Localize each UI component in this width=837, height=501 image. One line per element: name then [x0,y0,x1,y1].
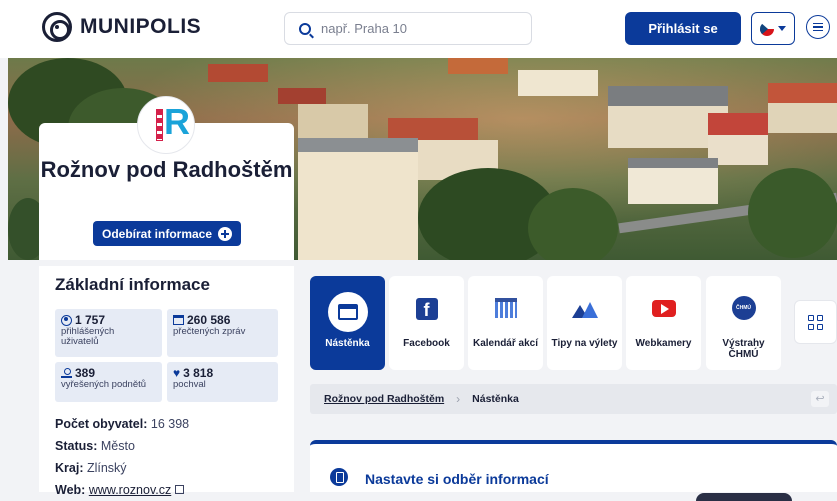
tile-webkamery[interactable]: Webkamery [626,276,701,370]
munipolis-logo[interactable]: MUNIPOLIS [42,12,201,42]
tile-kalendar[interactable]: Kalendář akcí [468,276,543,370]
stat-label: přihlášených uživatelů [61,326,115,347]
tile-label: Tipy na výlety [551,338,618,349]
region-row: Kraj: Zlínský [55,461,127,475]
stat-value: 260 586 [187,313,231,327]
website-link[interactable]: www.roznov.cz [89,483,171,497]
stat-registered-users: 1 757 přihlášených uživatelů [55,309,162,357]
subscribe-button[interactable]: Odebírat informace [93,221,241,246]
card-divider [39,260,294,266]
tile-nastenka[interactable]: Nástěnka [310,276,385,370]
city-name: Rožnov pod Radhoštěm [40,157,293,182]
heart-icon: ♥ [173,366,181,380]
external-link-icon[interactable] [175,485,185,494]
tile-label: Kalendář akcí [472,338,539,349]
person-icon [61,367,72,379]
user-icon [61,314,72,326]
breadcrumb: Rožnov pod Radhoštěm › Nástěnka ↩ [310,384,837,414]
stat-read-messages: 260 586 přečtených zpráv [167,309,278,357]
stat-value: 3 818 [183,366,214,380]
city-facts: Počet obyvatel: 16 398 Status: Město Kra… [55,413,189,501]
breadcrumb-root-link[interactable]: Rožnov pod Radhoštěm [324,393,444,405]
tile-label: Nástěnka [325,338,370,349]
youtube-icon [651,300,676,317]
breadcrumb-current: Nástěnka [472,393,519,405]
tile-label: Výstrahy ČHMÚ [722,338,765,360]
tile-label: Facebook [403,338,450,349]
stat-solved-issues: 389 vyřešených podnětů [55,362,162,402]
region-value: Zlínský [86,461,127,475]
tile-tipy[interactable]: Tipy na výlety [547,276,622,370]
tile-facebook[interactable]: f Facebook [389,276,464,370]
breadcrumb-separator-icon: › [456,392,461,406]
more-tiles-button[interactable] [794,300,837,344]
stat-praises: ♥ 3 818 pochval [167,362,278,402]
facebook-icon: f [415,298,438,320]
czech-flag-icon [760,21,774,36]
menu-line [813,29,823,32]
stat-label: vyřešených podnětů [61,379,147,390]
city-logo-letter: R [164,101,190,142]
status-row: Status: Město [55,439,135,453]
search-input[interactable] [321,21,521,36]
chmu-icon: ČHMÚ [731,296,756,320]
login-button[interactable]: Přihlásit se [625,12,741,45]
menu-line [813,22,823,25]
plus-icon [218,226,233,241]
tile-vystrahy[interactable]: ČHMÚ Výstrahy ČHMÚ [706,276,781,370]
info-title: Základní informace [55,275,210,294]
stat-label: pochval [173,379,206,390]
status-value: Město [100,439,135,453]
population-row: Počet obyvatel: 16 398 [55,417,190,431]
phone-icon [330,468,348,486]
menu-line [813,26,823,28]
grid-icon [808,314,814,321]
news-icon [173,315,184,325]
hamburger-menu-button[interactable] [806,15,830,39]
subscription-title: Nastavte si odběr informací [365,471,549,487]
web-row: Web: www.roznov.cz [55,479,189,501]
subscription-card: Nastavte si odběr informací [310,440,837,501]
stat-value: 1 757 [75,313,106,327]
stat-label: přečtených zpráv [173,326,246,337]
subscribe-label: Odebírat informace [101,226,213,241]
search-icon [299,22,311,35]
chevron-down-icon [778,26,786,31]
munipolis-logo-icon [42,12,72,42]
stat-value: 389 [75,366,96,380]
top-header: MUNIPOLIS Přihlásit se [0,0,837,58]
language-select[interactable] [751,12,795,45]
calendar-icon [494,298,517,318]
tile-label: Webkamery [635,338,692,349]
board-icon [327,292,368,332]
subscription-action-button[interactable] [696,493,792,501]
city-logo-stripes [156,109,163,141]
population-value: 16 398 [150,417,190,431]
brand-name: MUNIPOLIS [80,15,202,38]
trip-icon [571,298,598,318]
search-box[interactable] [284,12,532,45]
city-logo: R [137,96,195,154]
back-icon[interactable]: ↩ [811,391,829,407]
